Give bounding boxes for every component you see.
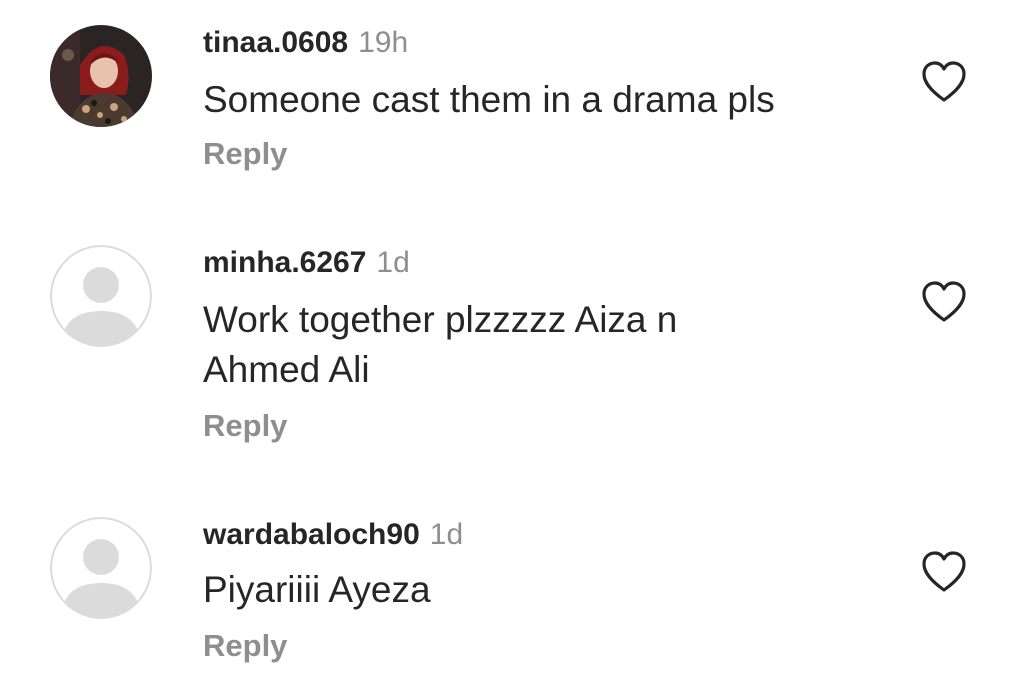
username[interactable]: minha.6267	[203, 246, 366, 279]
heart-outline-icon[interactable]	[920, 60, 968, 104]
username[interactable]: wardabaloch90	[203, 518, 420, 551]
avatar[interactable]	[50, 517, 152, 619]
profile-photo-icon	[50, 25, 152, 127]
default-avatar-icon	[50, 245, 152, 347]
username[interactable]: tinaa.0608	[203, 26, 348, 59]
comment-header: tinaa.0608 19h	[203, 25, 408, 61]
avatar[interactable]	[50, 25, 152, 127]
reply-button[interactable]: Reply	[203, 628, 287, 664]
comment-header: wardabaloch90 1d	[203, 517, 463, 553]
comment-header: minha.6267 1d	[203, 245, 410, 281]
avatar[interactable]	[50, 245, 152, 347]
comment-time: 19h	[358, 26, 409, 59]
heart-outline-icon[interactable]	[920, 550, 968, 594]
comment-time: 1d	[429, 518, 464, 551]
heart-outline-icon[interactable]	[920, 280, 968, 324]
comment-text: Someone cast them in a drama pls	[203, 79, 775, 120]
reply-button[interactable]: Reply	[203, 408, 287, 444]
comment-time: 1d	[376, 246, 410, 279]
comment-text: Work together plzzzzz Aiza n Ahmed Ali	[203, 299, 678, 390]
default-avatar-icon	[50, 517, 152, 619]
comment-text: Piyariiii Ayeza	[203, 569, 431, 610]
reply-button[interactable]: Reply	[203, 136, 287, 172]
